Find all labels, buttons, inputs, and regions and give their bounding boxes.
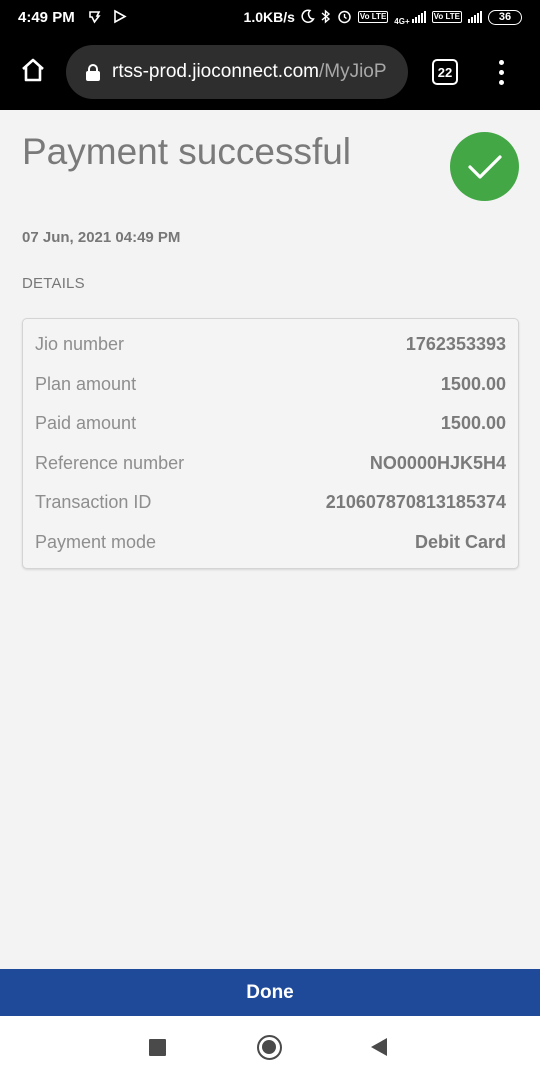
detail-row-transaction-id: Transaction ID 210607870813185374 (35, 483, 506, 523)
detail-row-reference-number: Reference number NO0000HJK5H4 (35, 444, 506, 484)
detail-row-payment-mode: Payment mode Debit Card (35, 523, 506, 563)
signal-icon (411, 11, 426, 23)
browser-toolbar: rtss-prod.jioconnect.com/MyJioP 22 (0, 34, 540, 110)
play-store-icon (112, 9, 127, 26)
status-bar: 4:49 PM 1.0KB/s Vo LTE 4G+ Vo LTE 36 (0, 0, 540, 34)
detail-row-jio-number: Jio number 1762353393 (35, 325, 506, 365)
volte-badge-2: Vo LTE (431, 11, 462, 23)
download-icon (87, 9, 102, 26)
detail-value: NO0000HJK5H4 (369, 452, 506, 473)
detail-label: Jio number (35, 334, 125, 355)
detail-label: Reference number (35, 452, 185, 473)
done-button[interactable]: Done (0, 969, 540, 1016)
recent-apps-icon[interactable] (149, 1039, 166, 1056)
tab-count: 22 (437, 64, 453, 80)
battery-level: 36 (498, 11, 512, 23)
network-type: 4G+ (394, 16, 410, 26)
detail-value: 1762353393 (405, 334, 506, 355)
detail-label: Transaction ID (35, 492, 152, 513)
home-circle-icon[interactable] (257, 1035, 282, 1060)
detail-label: Paid amount (35, 413, 137, 434)
tabs-button[interactable]: 22 (432, 59, 458, 85)
alarm-icon (337, 9, 352, 26)
detail-value: Debit Card (414, 531, 506, 552)
volte-badge: Vo LTE (357, 11, 389, 23)
bluetooth-icon (321, 8, 331, 26)
battery-icon: 36 (488, 9, 522, 25)
payment-date: 07 Jun, 2021 04:49 PM (22, 229, 181, 246)
address-bar[interactable]: rtss-prod.jioconnect.com/MyJioP (66, 45, 408, 99)
detail-value: 210607870813185374 (325, 492, 506, 513)
home-icon (20, 57, 46, 88)
detail-label: Plan amount (35, 373, 137, 394)
detail-row-plan-amount: Plan amount 1500.00 (35, 365, 506, 405)
checkmark-icon (450, 132, 519, 201)
detail-row-paid-amount: Paid amount 1500.00 (35, 404, 506, 444)
moon-icon (301, 9, 315, 25)
url-path: /MyJioP (318, 61, 387, 82)
status-time: 4:49 PM (18, 8, 75, 26)
signal-icon-2 (468, 11, 482, 23)
detail-value: 1500.00 (440, 413, 506, 434)
network-speed: 1.0KB/s (243, 9, 295, 25)
details-card: Jio number 1762353393 Plan amount 1500.0… (22, 318, 519, 569)
detail-label: Payment mode (35, 531, 157, 552)
more-menu-icon[interactable] (498, 59, 504, 85)
android-nav-bar (0, 1016, 540, 1080)
back-icon[interactable] (371, 1038, 387, 1056)
detail-value: 1500.00 (440, 373, 506, 394)
page-title: Payment successful (22, 131, 352, 172)
home-button[interactable] (0, 34, 66, 110)
details-heading: DETAILS (22, 275, 85, 292)
lock-icon (86, 63, 100, 81)
url-text: rtss-prod.jioconnect.com/MyJioP (112, 61, 387, 83)
url-domain: rtss-prod.jioconnect.com (112, 61, 319, 82)
